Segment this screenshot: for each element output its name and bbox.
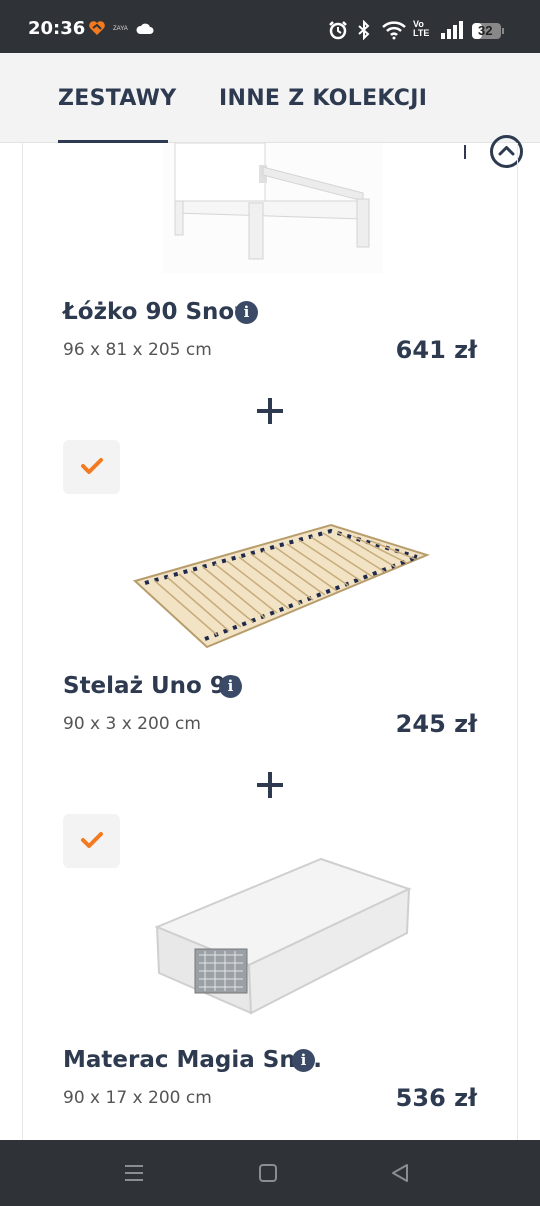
product-name: Stelaż Uno 90 bbox=[63, 673, 242, 699]
include-checkbox[interactable] bbox=[63, 814, 120, 868]
system-nav-bar bbox=[0, 1140, 540, 1206]
checkmark-icon bbox=[81, 832, 103, 848]
tab-zestawy[interactable]: ZESTAWY bbox=[58, 86, 176, 111]
info-icon[interactable]: i bbox=[219, 675, 242, 698]
back-triangle-icon[interactable] bbox=[390, 1163, 410, 1188]
product-name: Materac Magia Sn... bbox=[63, 1047, 322, 1073]
home-square-icon[interactable] bbox=[258, 1163, 278, 1188]
cloud-icon bbox=[136, 22, 154, 40]
info-icon[interactable]: i bbox=[235, 301, 258, 324]
product-set-list: Łóżko 90 Snow i 96 x 81 x 205 cm 641 zł … bbox=[22, 143, 518, 1140]
tab-inne-z-kolekcji[interactable]: INNE Z KOLEKCJI bbox=[219, 86, 427, 111]
bed-frame-image bbox=[163, 143, 383, 273]
wifi-icon bbox=[381, 20, 407, 45]
slatted-base-image bbox=[131, 521, 431, 651]
volte-icon: Vo LTE bbox=[413, 19, 430, 38]
product-price: 641 zł bbox=[395, 336, 477, 364]
collection-tabs: ZESTAWY INNE Z KOLEKCJI bbox=[0, 53, 540, 168]
bluetooth-icon bbox=[356, 19, 372, 45]
plus-icon bbox=[257, 772, 283, 798]
app-heart-icon bbox=[88, 20, 106, 41]
status-time: 20:36 bbox=[28, 18, 86, 39]
status-bar: 20:36 ZAYA Vo LTE 32 bbox=[0, 0, 540, 53]
battery-level: 32 bbox=[478, 23, 493, 38]
signal-icon bbox=[440, 20, 464, 45]
alarm-icon bbox=[328, 20, 348, 45]
product-dimensions: 90 x 17 x 200 cm bbox=[63, 1088, 212, 1108]
product-price: 245 zł bbox=[395, 710, 477, 738]
plus-icon bbox=[257, 398, 283, 424]
product-dimensions: 96 x 81 x 205 cm bbox=[63, 340, 212, 360]
checkmark-icon bbox=[81, 458, 103, 474]
menu-icon[interactable] bbox=[124, 1164, 144, 1187]
product-name: Łóżko 90 Snow bbox=[63, 299, 256, 325]
product-dimensions: 90 x 3 x 200 cm bbox=[63, 714, 201, 734]
info-icon[interactable]: i bbox=[292, 1049, 315, 1072]
include-checkbox[interactable] bbox=[63, 440, 120, 494]
zaya-icon: ZAYA bbox=[113, 26, 128, 32]
product-price: 536 zł bbox=[395, 1084, 477, 1112]
mattress-image bbox=[153, 855, 413, 1015]
